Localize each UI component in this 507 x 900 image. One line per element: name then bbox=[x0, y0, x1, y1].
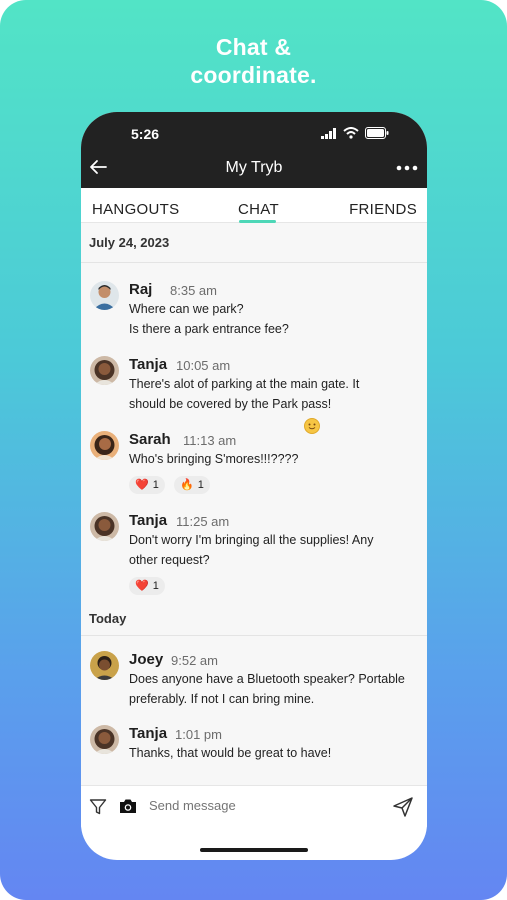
reaction-count: 1 bbox=[197, 479, 204, 491]
wifi-icon bbox=[343, 127, 359, 139]
send-message-input[interactable] bbox=[149, 798, 379, 813]
heart-emoji-icon: ❤️ bbox=[135, 479, 149, 491]
headline: Chat & coordinate. bbox=[0, 33, 507, 89]
message-text: preferably. If not I can bring mine. bbox=[129, 692, 315, 706]
message-text: should be covered by the Park pass! bbox=[129, 397, 332, 411]
message-item: Tanja 1:01 pm Thanks, that would be grea… bbox=[81, 725, 427, 775]
message-text: Is there a park entrance fee? bbox=[129, 322, 289, 336]
date-separator-today: Today bbox=[81, 608, 427, 636]
message-text: There's alot of parking at the main gate… bbox=[129, 377, 360, 391]
chat-feed[interactable]: July 24, 2023 Raj 8:35 am Where can we p… bbox=[81, 223, 427, 785]
reaction-count: 1 bbox=[152, 580, 159, 592]
sender-name: Tanja bbox=[129, 512, 168, 529]
message-composer bbox=[81, 785, 427, 827]
more-dots-icon[interactable] bbox=[395, 158, 419, 178]
heart-reaction[interactable]: ❤️ 1 bbox=[129, 577, 165, 595]
tab-friends[interactable]: FRIENDS bbox=[349, 201, 417, 218]
battery-icon bbox=[365, 127, 389, 139]
sender-name: Tanja bbox=[129, 356, 168, 373]
message-text: Who's bringing S'mores!!!???? bbox=[129, 452, 299, 466]
avatar bbox=[90, 512, 119, 541]
top-bar: 5:26 My Tryb bbox=[81, 112, 427, 188]
send-icon[interactable] bbox=[391, 795, 415, 819]
date-separator: July 24, 2023 bbox=[81, 223, 427, 263]
tab-hangouts[interactable]: HANGOUTS bbox=[92, 201, 179, 218]
message-text: Does anyone have a Bluetooth speaker? Po… bbox=[129, 672, 405, 686]
headline-line-2: coordinate. bbox=[190, 62, 317, 88]
home-indicator[interactable] bbox=[200, 848, 308, 852]
message-item: Joey 9:52 am Does anyone have a Bluetoot… bbox=[81, 651, 427, 711]
message-item: Tanja 10:05 am There's alot of parking a… bbox=[81, 356, 427, 416]
heart-emoji-icon: ❤️ bbox=[135, 580, 149, 592]
message-time: 11:25 am bbox=[176, 514, 230, 529]
tab-bar: HANGOUTS CHAT FRIENDS bbox=[81, 188, 427, 223]
avatar bbox=[90, 356, 119, 385]
status-time: 5:26 bbox=[131, 126, 160, 142]
avatar bbox=[90, 281, 119, 310]
message-item: Tanja 11:25 am Don't worry I'm bringing … bbox=[81, 512, 427, 595]
message-time: 10:05 am bbox=[176, 358, 231, 373]
signal-icon bbox=[321, 127, 336, 139]
message-time: 9:52 am bbox=[171, 653, 218, 668]
message-text: other request? bbox=[129, 553, 210, 567]
headline-line-1: Chat & bbox=[215, 34, 292, 60]
status-icons bbox=[321, 127, 389, 139]
avatar bbox=[90, 431, 119, 460]
avatar bbox=[90, 725, 119, 754]
message-item: Raj 8:35 am Where can we park? Is there … bbox=[81, 281, 427, 341]
phone-screen: 5:26 My Tryb HANGOUTS CHAT FRIENDS July … bbox=[81, 112, 427, 860]
app-store-background: Chat & coordinate. 5:26 My Tryb HANGOUTS… bbox=[0, 0, 507, 900]
avatar bbox=[90, 651, 119, 680]
chat-title: My Tryb bbox=[225, 159, 283, 176]
message-item: Sarah 11:13 am Who's bringing S'mores!!!… bbox=[81, 431, 427, 507]
message-text: Thanks, that would be great to have! bbox=[129, 746, 332, 760]
filter-icon[interactable] bbox=[89, 798, 107, 816]
message-text: Don't worry I'm bringing all the supplie… bbox=[129, 533, 374, 547]
sender-name: Raj bbox=[129, 281, 153, 298]
message-time: 1:01 pm bbox=[175, 727, 222, 742]
message-time: 8:35 am bbox=[170, 283, 217, 298]
sender-name: Tanja bbox=[129, 725, 168, 742]
message-time: 11:13 am bbox=[183, 433, 237, 448]
fire-emoji-icon: 🔥 bbox=[180, 479, 194, 491]
reaction-count: 1 bbox=[152, 479, 159, 491]
sender-name: Sarah bbox=[129, 431, 171, 448]
sender-name: Joey bbox=[129, 651, 164, 668]
message-text: Where can we park? bbox=[129, 302, 244, 316]
camera-icon[interactable] bbox=[118, 797, 138, 815]
fire-reaction[interactable]: 🔥 1 bbox=[174, 476, 210, 494]
heart-reaction[interactable]: ❤️ 1 bbox=[129, 476, 165, 494]
tab-chat[interactable]: CHAT bbox=[238, 201, 279, 218]
